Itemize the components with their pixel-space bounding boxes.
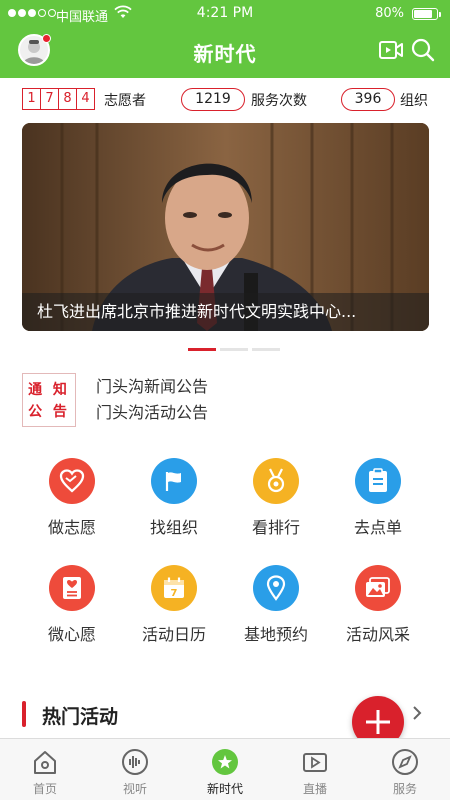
notice-badge: 通 知 公 告 bbox=[22, 373, 76, 427]
carousel-dot[interactable] bbox=[220, 348, 248, 351]
grid-label: 做志愿 bbox=[47, 518, 96, 537]
notice-list: 门头沟新闻公告 门头沟活动公告 bbox=[96, 374, 208, 426]
video-camera-icon[interactable] bbox=[378, 38, 404, 62]
tab-bar: 首页 视听 新时代 直播 服务 bbox=[0, 738, 450, 800]
compass-icon bbox=[392, 749, 418, 775]
notice-badge-line: 通 知 bbox=[28, 382, 70, 398]
volunteer-digit: 7 bbox=[40, 88, 59, 110]
tab-label: 服务 bbox=[392, 782, 417, 796]
tab-label: 首页 bbox=[32, 782, 57, 796]
grid-label: 基地预约 bbox=[243, 625, 308, 644]
grid-label: 看排行 bbox=[251, 518, 300, 537]
tab-new-era[interactable]: 新时代 bbox=[180, 739, 270, 800]
org-count-badge: 396 bbox=[341, 88, 395, 111]
location-pin-icon bbox=[253, 565, 299, 611]
news-banner[interactable]: 杜飞进出席北京市推进新时代文明实践中心... bbox=[22, 123, 429, 331]
grid-label: 去点单 bbox=[353, 518, 402, 537]
live-video-icon bbox=[303, 753, 327, 772]
volunteer-count: 1 7 8 4 bbox=[22, 88, 95, 110]
clipboard-icon bbox=[355, 458, 401, 504]
volunteer-digit: 1 bbox=[22, 88, 41, 110]
medal-icon bbox=[253, 458, 299, 504]
volunteer-label: 志愿者 bbox=[104, 93, 146, 109]
grid-label: 活动风采 bbox=[345, 625, 410, 644]
home-icon bbox=[34, 751, 56, 774]
section-title: 热门活动 bbox=[42, 706, 119, 728]
tab-audio-video[interactable]: 视听 bbox=[90, 739, 180, 800]
photo-gallery-icon bbox=[355, 565, 401, 611]
grid-item-ranking[interactable]: 看排行 bbox=[226, 458, 326, 538]
grid-label: 微心愿 bbox=[47, 625, 96, 644]
nav-bar: 新时代 bbox=[0, 28, 450, 76]
carousel-indicator bbox=[188, 348, 280, 351]
tab-home[interactable]: 首页 bbox=[0, 739, 90, 800]
banner-caption: 杜飞进出席北京市推进新时代文明实践中心... bbox=[22, 293, 429, 331]
tab-label: 直播 bbox=[302, 782, 327, 796]
wish-card-icon bbox=[49, 565, 95, 611]
stats-row: 1 7 8 4 志愿者 1219 服务次数 396 组织 bbox=[0, 86, 450, 114]
tab-label: 视听 bbox=[122, 782, 147, 796]
search-icon[interactable] bbox=[410, 37, 436, 63]
audio-wave-icon bbox=[122, 749, 148, 775]
grid-item-find-org[interactable]: 找组织 bbox=[124, 458, 224, 538]
calendar-day: 7 bbox=[171, 588, 178, 599]
service-count-badge: 1219 bbox=[181, 88, 245, 111]
volunteer-digit: 4 bbox=[76, 88, 95, 110]
org-count-label: 组织 bbox=[400, 93, 428, 109]
notice-badge-line: 公 告 bbox=[28, 404, 70, 420]
grid-item-base-booking[interactable]: 基地预约 bbox=[226, 565, 326, 645]
calendar-icon: 7 bbox=[151, 565, 197, 611]
carousel-dot[interactable] bbox=[188, 348, 216, 351]
status-bar: 中国联通 4:21 PM 80% bbox=[0, 0, 450, 28]
star-icon bbox=[212, 749, 238, 775]
grid-item-order[interactable]: 去点单 bbox=[328, 458, 428, 538]
top-header: 中国联通 4:21 PM 80% 新时代 bbox=[0, 0, 450, 78]
tab-live[interactable]: 直播 bbox=[270, 739, 360, 800]
notice-item[interactable]: 门头沟新闻公告 bbox=[96, 374, 208, 400]
grid-item-calendar[interactable]: 7 活动日历 bbox=[124, 565, 224, 645]
grid-item-volunteer[interactable]: 做志愿 bbox=[22, 458, 122, 538]
chevron-right-icon[interactable] bbox=[410, 704, 424, 722]
section-marker bbox=[22, 701, 26, 727]
grid-item-wish[interactable]: 微心愿 bbox=[22, 565, 122, 645]
grid-item-activity-gallery[interactable]: 活动风采 bbox=[328, 565, 428, 645]
volunteer-digit: 8 bbox=[58, 88, 77, 110]
carousel-dot[interactable] bbox=[252, 348, 280, 351]
grid-label: 找组织 bbox=[149, 518, 198, 537]
tab-label: 新时代 bbox=[206, 782, 243, 796]
service-count-label: 服务次数 bbox=[251, 93, 307, 109]
grid-label: 活动日历 bbox=[141, 625, 206, 644]
plus-icon bbox=[366, 710, 390, 734]
battery-percent: 80% bbox=[375, 6, 404, 21]
battery-icon bbox=[412, 8, 441, 20]
tab-service[interactable]: 服务 bbox=[360, 739, 450, 800]
heart-icon bbox=[49, 458, 95, 504]
notice-item[interactable]: 门头沟活动公告 bbox=[96, 400, 208, 426]
flag-icon bbox=[151, 458, 197, 504]
